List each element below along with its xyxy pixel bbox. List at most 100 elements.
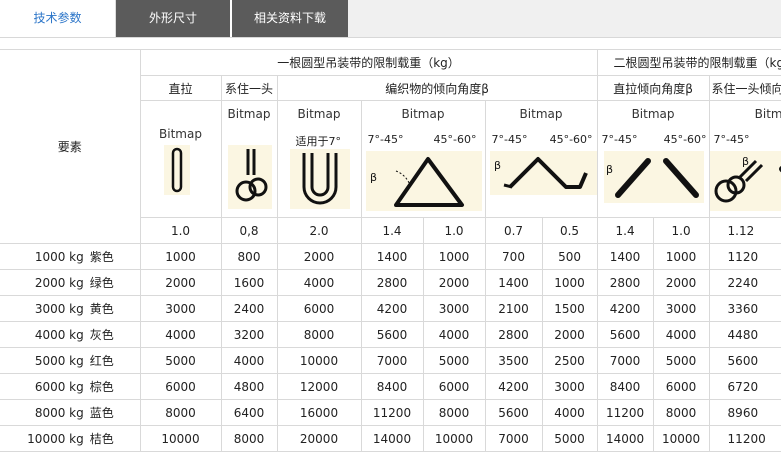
angle-label-1: 7°-45°: [601, 133, 638, 146]
angle-label-1: 7°-45°: [367, 133, 404, 146]
value-cell: 10000: [652, 425, 710, 452]
sling-basket-icon: β: [365, 151, 482, 211]
value-cell: 800: [220, 243, 278, 270]
bitmap-label: Bitmap: [631, 107, 675, 121]
factor-cell: 1.0: [139, 217, 222, 244]
pic-angle-basket: Bitmap 7°-45° 45°-60° β: [360, 100, 486, 218]
sling-v-icon: β: [603, 151, 704, 203]
value-cell: 3500: [484, 347, 543, 374]
table-row: 1000 kg 紫色 1000 800 2000 1400 1000 700 500 1400 10…: [0, 243, 781, 270]
bitmap-label: Bitmap: [227, 107, 271, 121]
color-label: 蓝色: [89, 406, 114, 420]
value-cell: 1400: [484, 269, 543, 296]
load-table: 要素 一根圆型吊装带的限制载重（kg） 二根圆型吊装带的限制载重（kg 直拉 系…: [0, 49, 781, 452]
factor-cell: 1.12: [708, 217, 781, 244]
beta-icon: β: [494, 159, 501, 172]
value-cell: 1120: [708, 243, 781, 270]
value-cell: 7000: [596, 347, 654, 374]
capacity-label: 3000 kg: [34, 302, 84, 316]
value-cell: 4000: [220, 347, 278, 374]
tab-dimensions[interactable]: 外形尺寸: [116, 0, 230, 37]
pic-angle-double: Bitmap 7°-45° 45°-60° β: [484, 100, 598, 218]
value-cell: 2000: [276, 243, 362, 270]
tab-bar: 技术参数 外形尺寸 相关资料下载: [0, 0, 781, 38]
value-cell: 10000: [139, 425, 222, 452]
load-table-wrapper: 要素 一根圆型吊装带的限制载重（kg） 二根圆型吊装带的限制载重（kg 直拉 系…: [0, 49, 781, 452]
value-cell: 4000: [652, 321, 710, 348]
value-cell: 7000: [484, 425, 543, 452]
value-cell: 4000: [422, 321, 486, 348]
value-cell: 6000: [652, 373, 710, 400]
value-cell: 2000: [422, 269, 486, 296]
value-cell: 500: [541, 243, 598, 270]
value-cell: 6000: [139, 373, 222, 400]
value-cell: 2800: [596, 269, 654, 296]
material-cell: 3000 kg 黄色: [0, 295, 141, 322]
factor-cell: 0,8: [220, 217, 278, 244]
value-cell: 14000: [360, 425, 424, 452]
pic-straight-angle: Bitmap 7°-45° 45°-60° β: [596, 100, 710, 218]
bitmap-label: Bitmap: [519, 107, 563, 121]
pic-u: Bitmap 适用于7°: [276, 100, 362, 218]
bitmap-label: Bitmap: [159, 127, 202, 141]
tab-tech-params[interactable]: 技术参数: [0, 0, 116, 37]
value-cell: 1500: [541, 295, 598, 322]
value-cell: 10000: [276, 347, 362, 374]
value-cell: 4200: [484, 373, 543, 400]
sling-u-icon: [289, 149, 350, 209]
value-cell: 1400: [596, 243, 654, 270]
angle-label-2: 45°-60°: [549, 133, 593, 146]
angle-label-2: 45°-60°: [663, 133, 707, 146]
capacity-label: 8000 kg: [34, 406, 84, 420]
value-cell: 3000: [652, 295, 710, 322]
bitmap-label: Bitmap: [297, 107, 341, 121]
beta-icon: β: [606, 163, 613, 176]
material-cell: 6000 kg 棕色: [0, 373, 141, 400]
value-cell: 8400: [596, 373, 654, 400]
value-cell: 8000: [276, 321, 362, 348]
value-cell: 2400: [220, 295, 278, 322]
color-label: 紫色: [89, 250, 114, 264]
value-cell: 5000: [139, 347, 222, 374]
tab-bar-filler: [348, 0, 781, 37]
value-cell: 2000: [652, 269, 710, 296]
value-cell: 4200: [360, 295, 424, 322]
value-cell: 1000: [541, 269, 598, 296]
factor-cell: 0.7: [484, 217, 543, 244]
value-cell: 5600: [596, 321, 654, 348]
material-cell: 2000 kg 绿色: [0, 269, 141, 296]
value-cell: 8000: [139, 399, 222, 426]
value-cell: 8000: [652, 399, 710, 426]
factor-cell: 2.0: [276, 217, 362, 244]
table-row: 3000 kg 黄色 3000 2400 6000 4200 3000 2100 1500 420…: [0, 295, 781, 322]
angle-label-1: 7°-45°: [713, 133, 750, 146]
value-cell: 2500: [541, 347, 598, 374]
value-cell: 4000: [541, 399, 598, 426]
value-cell: 1600: [220, 269, 278, 296]
sling-double-icon: β: [489, 151, 597, 195]
value-cell: 2100: [484, 295, 543, 322]
sub-straight: 直拉: [139, 75, 222, 101]
value-cell: 20000: [276, 425, 362, 452]
capacity-label: 1000 kg: [34, 250, 84, 264]
factor-cell: 1.4: [360, 217, 424, 244]
table-row: 10000 kg 桔色 10000 8000 20000 14000 10000 7000 50…: [0, 425, 781, 452]
value-cell: 5000: [422, 347, 486, 374]
factor-cell: 0.5: [541, 217, 598, 244]
element-header: 要素: [0, 49, 141, 244]
material-cell: 10000 kg 桔色: [0, 425, 141, 452]
value-cell: 1000: [139, 243, 222, 270]
material-cell: 4000 kg 灰色: [0, 321, 141, 348]
tab-downloads[interactable]: 相关资料下载: [232, 0, 348, 37]
group1-header: 一根圆型吊装带的限制载重（kg）: [139, 49, 598, 76]
bitmap-label: Bitmap: [401, 107, 445, 121]
capacity-label: 2000 kg: [34, 276, 84, 290]
sling-straight-icon: [163, 145, 190, 195]
angle-label-1: 7°-45°: [491, 133, 528, 146]
value-cell: 3200: [220, 321, 278, 348]
factor-cell: 1.0: [652, 217, 710, 244]
group2-header: 二根圆型吊装带的限制载重（kg: [596, 49, 781, 76]
value-cell: 5600: [484, 399, 543, 426]
pic-straight: Bitmap: [139, 100, 222, 218]
value-cell: 14000: [596, 425, 654, 452]
